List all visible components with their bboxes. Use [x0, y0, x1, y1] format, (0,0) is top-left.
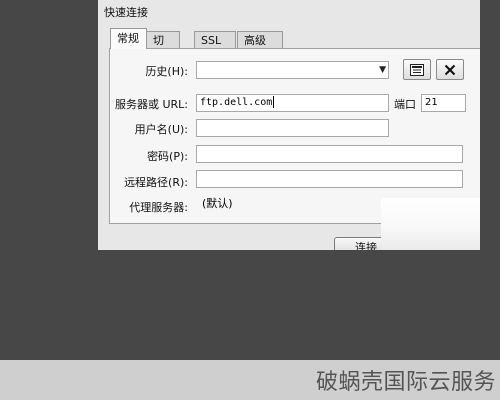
close-icon [444, 64, 456, 75]
history-manager-button[interactable] [403, 59, 431, 80]
history-combobox[interactable]: ▼ [196, 61, 389, 79]
proxy-label: 代理服务器: [129, 201, 188, 214]
watermark-text: 破蜗壳国际云服务 [315, 370, 496, 395]
server-label: 服务器或 URL: [114, 98, 188, 111]
port-label: 端口 [394, 98, 416, 111]
remote-path-input[interactable] [196, 170, 463, 188]
username-label: 用户名(U): [134, 123, 188, 136]
tab-advanced[interactable]: 高级 [237, 31, 283, 48]
dialog-title: 快速连接 [104, 6, 148, 19]
proxy-select[interactable]: (默认) [202, 195, 233, 211]
username-input[interactable] [196, 119, 389, 137]
text-caret [273, 96, 275, 108]
server-url-value: ftp.dell.com [200, 97, 273, 108]
history-label: 历史(H): [145, 65, 188, 78]
tab-switch[interactable]: 切换 [146, 31, 180, 64]
tab-general[interactable]: 常规 [110, 28, 147, 49]
quick-connect-dialog: 快速连接 切换 SSL 高级 常规 历史(H): ▼ [98, 0, 480, 250]
port-value: 21 [425, 97, 438, 108]
screen: 快速连接 切换 SSL 高级 常规 历史(H): ▼ [0, 0, 500, 400]
tab-ssl[interactable]: SSL [194, 31, 236, 48]
port-input[interactable]: 21 [421, 94, 466, 112]
password-label: 密码(P): [147, 150, 188, 163]
server-url-input[interactable]: ftp.dell.com [196, 94, 389, 112]
dropdown-arrow-icon[interactable]: ▼ [379, 62, 386, 78]
password-input[interactable] [196, 145, 463, 163]
list-icon [410, 63, 424, 76]
clear-history-button[interactable] [436, 59, 464, 80]
remote-path-label: 远程路径(R): [124, 176, 188, 189]
screen-glare [381, 198, 480, 250]
